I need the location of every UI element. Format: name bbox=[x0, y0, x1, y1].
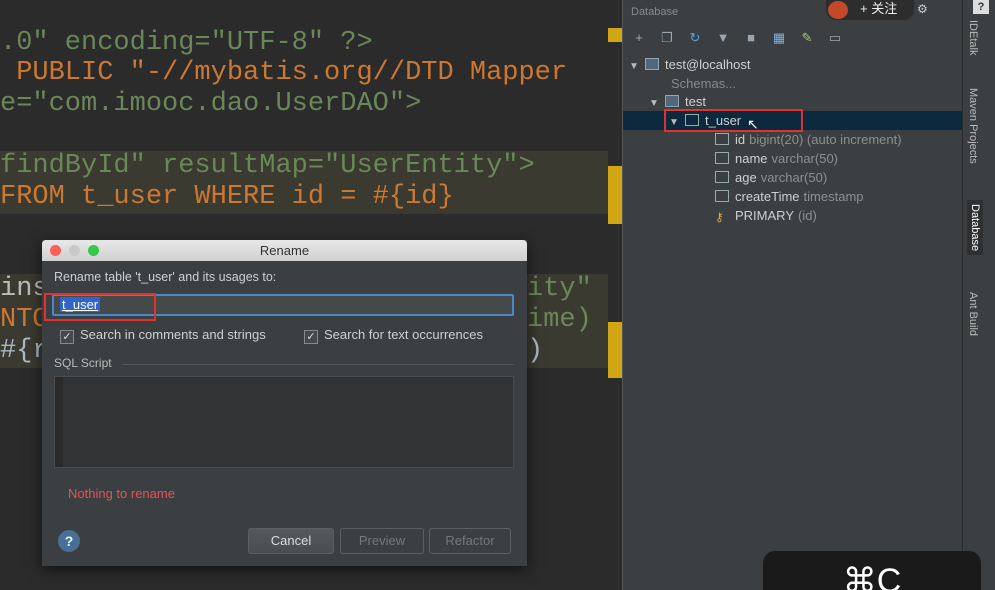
code-line-8-tail: ) bbox=[527, 336, 544, 366]
code-line-3: e="com.imooc.dao.UserDAO"> bbox=[0, 89, 422, 119]
preview-button[interactable]: Preview bbox=[340, 528, 424, 554]
tab-maven-projects[interactable]: Maven Projects bbox=[967, 88, 979, 164]
gutter-marker[interactable] bbox=[608, 166, 622, 224]
checkbox-label: Search for text occurrences bbox=[324, 327, 483, 342]
tab-database[interactable]: Database bbox=[967, 200, 983, 256]
tree-schemas[interactable]: Schemas... bbox=[671, 74, 736, 93]
tree-key[interactable]: ⚷ PRIMARY (id) bbox=[715, 206, 817, 225]
key-icon: ⚷ bbox=[715, 210, 724, 224]
avatar bbox=[828, 1, 848, 19]
tree-column[interactable]: age varchar(50) bbox=[715, 168, 827, 187]
column-type: bigint(20) (auto increment) bbox=[749, 132, 902, 147]
tree-column[interactable]: id bigint(20) (auto increment) bbox=[715, 130, 902, 149]
sql-script-label: SQL Script bbox=[54, 356, 112, 370]
column-type: timestamp bbox=[803, 189, 864, 204]
gutter-marker[interactable] bbox=[608, 322, 622, 378]
search-text-checkbox[interactable]: ✓ Search for text occurrences bbox=[304, 327, 483, 344]
shortcut-overlay: ⌘C bbox=[763, 551, 981, 590]
key-detail: (id) bbox=[798, 208, 817, 223]
database-toolbar: + ❐ ↻ ▼ ■ ▦ ✎ ▭ bbox=[631, 30, 843, 50]
expand-arrow-icon[interactable]: ▼ bbox=[649, 94, 661, 113]
tree-datasource[interactable]: ▼ test@localhost bbox=[629, 55, 750, 74]
highlight-box bbox=[664, 109, 803, 132]
help-icon[interactable]: ? bbox=[973, 0, 989, 14]
follow-label: + 关注 bbox=[860, 1, 898, 16]
column-name: createTime bbox=[735, 189, 800, 204]
column-type: varchar(50) bbox=[771, 151, 838, 166]
search-comments-checkbox[interactable]: ✓ Search in comments and strings bbox=[60, 327, 266, 344]
column-name: id bbox=[735, 132, 746, 147]
expand-arrow-icon[interactable]: ▼ bbox=[629, 57, 641, 76]
settings-icon[interactable]: ⚙ bbox=[917, 2, 928, 16]
tab-ant-build[interactable]: Ant Build bbox=[967, 292, 979, 336]
tool-window-strip: IDEtalk Maven Projects Database Ant Buil… bbox=[962, 0, 995, 590]
column-name: age bbox=[735, 170, 757, 185]
column-name: name bbox=[735, 151, 768, 166]
tab-idetalk[interactable]: IDEtalk bbox=[967, 20, 979, 55]
gutter-marker[interactable] bbox=[608, 28, 622, 42]
error-message: Nothing to rename bbox=[68, 486, 175, 501]
datasource-label: test@localhost bbox=[665, 57, 751, 72]
refactor-button[interactable]: Refactor bbox=[429, 528, 511, 554]
column-type: varchar(50) bbox=[760, 170, 828, 185]
copy-icon[interactable]: ❐ bbox=[659, 30, 675, 46]
panel-title: Database bbox=[631, 6, 679, 18]
table-icon[interactable]: ▦ bbox=[771, 30, 787, 46]
code-line-2: PUBLIC "-//mybatis.org//DTD Mapper bbox=[0, 58, 568, 88]
follow-button[interactable]: + 关注 bbox=[826, 0, 914, 20]
column-icon bbox=[715, 133, 729, 145]
edit-icon[interactable]: ✎ bbox=[799, 30, 815, 46]
checkbox-label: Search in comments and strings bbox=[80, 327, 266, 342]
code-line-4: findById" resultMap="UserEntity"> bbox=[0, 151, 535, 181]
database-icon bbox=[645, 58, 659, 70]
console-icon[interactable]: ▭ bbox=[827, 30, 843, 46]
database-panel: Database + ❐ ↻ ▼ ■ ▦ ✎ ▭ ▼ test@localhost… bbox=[622, 0, 963, 590]
filter-icon[interactable]: ▼ bbox=[715, 30, 731, 46]
rename-label: Rename table 't_user' and its usages to: bbox=[54, 270, 277, 284]
code-line-1: .0" encoding="UTF-8" ?> bbox=[0, 28, 373, 58]
tree-column[interactable]: name varchar(50) bbox=[715, 149, 838, 168]
highlight-box bbox=[44, 293, 156, 321]
add-icon[interactable]: + bbox=[631, 30, 647, 46]
sql-script-area[interactable] bbox=[54, 376, 514, 468]
code-line-7-tail: ime) bbox=[527, 305, 592, 335]
tree-column[interactable]: createTime timestamp bbox=[715, 187, 864, 206]
column-icon bbox=[715, 152, 729, 164]
dialog-titlebar: Rename bbox=[42, 240, 527, 261]
schema-label: test bbox=[685, 94, 706, 109]
cancel-button[interactable]: Cancel bbox=[248, 528, 334, 554]
checkmark-icon: ✓ bbox=[60, 330, 74, 344]
rename-dialog: Rename Rename table 't_user' and its usa… bbox=[42, 240, 527, 566]
column-icon bbox=[715, 190, 729, 202]
stop-icon[interactable]: ■ bbox=[743, 30, 759, 46]
help-button[interactable]: ? bbox=[58, 530, 80, 552]
schema-icon bbox=[665, 95, 679, 107]
code-line-6-tail: ity" bbox=[527, 274, 592, 304]
key-name: PRIMARY bbox=[735, 208, 794, 223]
code-line-5: FROM t_user WHERE id = #{id} bbox=[0, 182, 454, 212]
column-icon bbox=[715, 171, 729, 183]
refresh-icon[interactable]: ↻ bbox=[687, 30, 703, 46]
divider bbox=[122, 364, 514, 365]
checkmark-icon: ✓ bbox=[304, 330, 318, 344]
dialog-title: Rename bbox=[259, 243, 310, 258]
